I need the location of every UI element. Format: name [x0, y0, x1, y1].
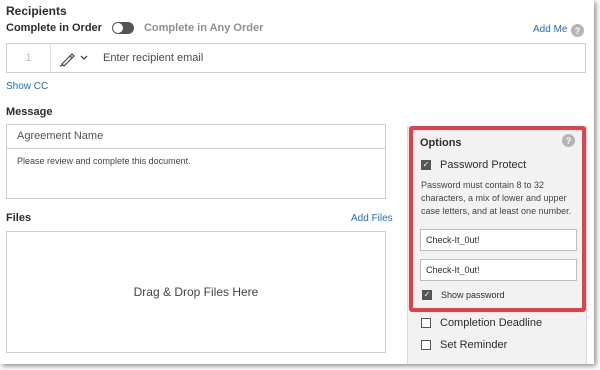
set-reminder-option[interactable]: Set Reminder	[421, 339, 507, 351]
message-textarea[interactable]: Please review and complete this document…	[17, 156, 191, 166]
complete-in-order-label[interactable]: Complete in Order	[6, 22, 102, 34]
show-password-option[interactable]: ✓ Show password	[422, 290, 505, 300]
recipient-email-input[interactable]	[101, 48, 571, 68]
order-toggle[interactable]	[111, 22, 134, 34]
password-field[interactable]	[420, 229, 577, 251]
help-icon[interactable]: ?	[571, 24, 584, 37]
show-password-checkbox[interactable]: ✓	[422, 290, 432, 300]
set-reminder-label: Set Reminder	[440, 339, 508, 351]
options-help-icon[interactable]: ?	[562, 134, 575, 147]
set-reminder-checkbox[interactable]	[421, 340, 431, 350]
message-box: Agreement Name Please review and complet…	[6, 124, 386, 199]
options-title: Options	[420, 137, 462, 149]
completion-deadline-label: Completion Deadline	[440, 317, 543, 329]
recipients-heading: Recipients	[6, 4, 67, 18]
show-cc-link[interactable]: Show CC	[6, 81, 48, 92]
file-drop-zone[interactable]: Drag & Drop Files Here	[6, 231, 386, 353]
confirm-password-field[interactable]	[420, 259, 577, 281]
recipient-order-switch: Complete in Order Complete in Any Order	[6, 22, 263, 34]
show-password-label: Show password	[441, 290, 505, 300]
add-files-link[interactable]: Add Files	[351, 213, 393, 224]
password-rule-text: Password must contain 8 to 32 characters…	[421, 180, 572, 216]
agreement-name-input[interactable]: Agreement Name	[7, 125, 385, 149]
options-highlight-box	[409, 126, 586, 312]
password-protect-option[interactable]: ✓ Password Protect	[421, 159, 526, 171]
files-heading: Files	[6, 212, 32, 224]
complete-in-any-order-label[interactable]: Complete in Any Order	[144, 22, 263, 34]
add-me-link[interactable]: Add Me	[533, 24, 567, 35]
recipient-row: 1	[6, 43, 586, 73]
password-protect-label: Password Protect	[440, 159, 527, 171]
message-heading: Message	[6, 106, 53, 118]
drop-zone-label: Drag & Drop Files Here	[133, 285, 259, 299]
completion-deadline-option[interactable]: Completion Deadline	[421, 317, 542, 329]
completion-deadline-checkbox[interactable]	[421, 318, 431, 328]
send-agreement-form: Recipients Complete in Order Complete in…	[0, 0, 594, 364]
password-protect-checkbox[interactable]: ✓	[421, 160, 431, 170]
signer-pen-icon[interactable]	[59, 51, 77, 67]
recipient-order-number[interactable]: 1	[7, 44, 51, 72]
chevron-down-icon[interactable]	[79, 53, 89, 63]
